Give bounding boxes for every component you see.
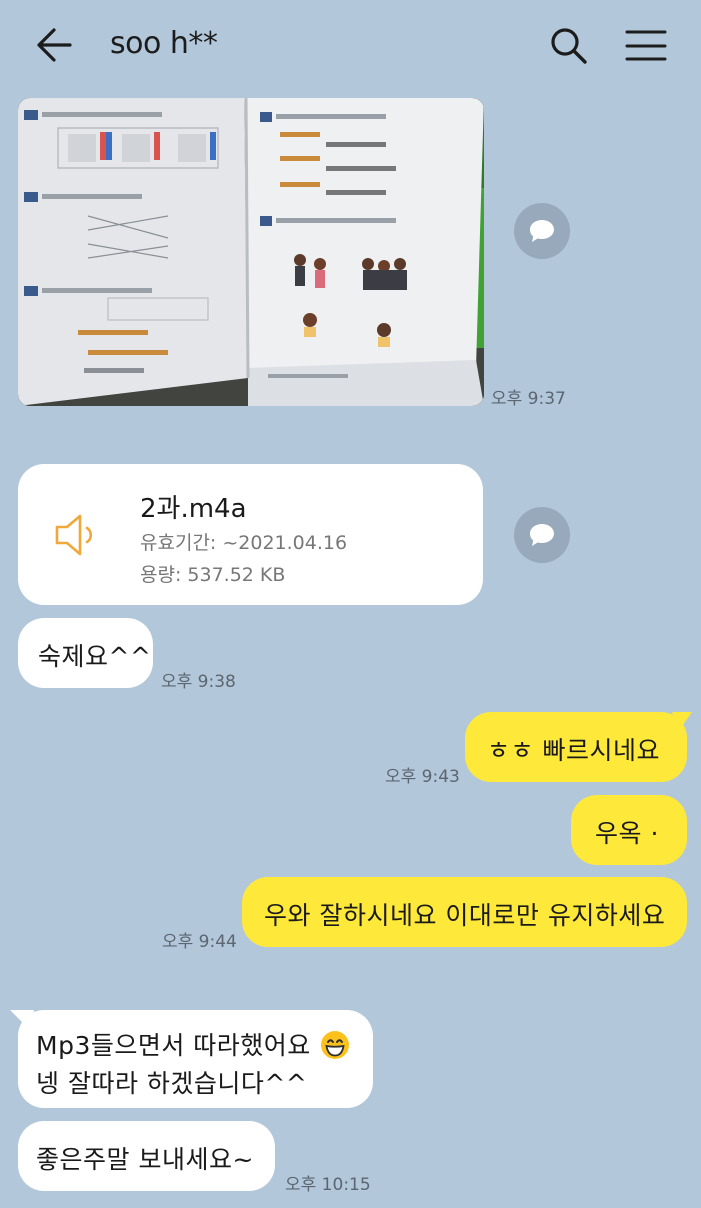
timestamp: 오후 9:44 — [162, 932, 237, 952]
speech-bubble-icon — [530, 220, 554, 242]
timestamp: 오후 10:15 — [285, 1175, 371, 1195]
search-icon — [551, 28, 587, 64]
message-bubble-received[interactable]: 좋은주말 보내세요~ — [18, 1121, 275, 1191]
message-text: ㅎㅎ 빠르시네요 — [487, 736, 660, 765]
message-text: 숙제요^^ — [38, 642, 152, 671]
menu-button[interactable] — [622, 26, 670, 66]
back-button[interactable] — [30, 24, 80, 66]
message-text: 우와 잘하시네요 이대로만 유지하세요 — [264, 901, 666, 930]
message-bubble-received[interactable]: Mp3들으면서 따라했어요 넹 잘따라 하겠습니다^^ — [18, 1010, 373, 1108]
message-bubble-received[interactable]: 숙제요^^ — [18, 618, 153, 688]
message-text: 좋은주말 보내세요~ — [36, 1145, 254, 1174]
bubble-tail — [672, 712, 692, 732]
message-bubble-sent[interactable]: 우옥 · — [571, 795, 687, 865]
chat-title: soo h** — [110, 26, 218, 61]
message-text: 넹 잘따라 하겠습니다^^ — [36, 1069, 308, 1098]
hamburger-menu-icon — [625, 30, 667, 61]
file-expiry: 유효기간: ~2021.04.16 — [140, 532, 348, 554]
grinning-face-emoji-icon — [321, 1031, 350, 1059]
photo-message[interactable] — [18, 98, 484, 406]
arrow-left-icon — [37, 28, 72, 62]
message-bubble-sent[interactable]: 우와 잘하시네요 이대로만 유지하세요 — [242, 877, 687, 947]
share-button-photo[interactable] — [514, 203, 570, 259]
message-bubble-sent[interactable]: ㅎㅎ 빠르시네요 — [465, 712, 687, 782]
timestamp: 오후 9:38 — [161, 672, 236, 692]
chat-header: soo h** — [0, 0, 701, 92]
search-button[interactable] — [546, 24, 592, 68]
share-button-file[interactable] — [514, 507, 570, 563]
audio-file-message[interactable]: 2과.m4a 유효기간: ~2021.04.16 용량: 537.52 KB — [18, 464, 483, 605]
file-name: 2과.m4a — [140, 494, 247, 524]
file-size: 용량: 537.52 KB — [140, 564, 286, 586]
message-text: 우옥 · — [595, 819, 659, 848]
speech-bubble-icon — [530, 524, 554, 546]
message-line-1: Mp3들으면서 따라했어요 — [36, 1026, 350, 1062]
speaker-icon — [55, 514, 93, 556]
timestamp: 오후 9:43 — [385, 767, 460, 787]
timestamp: 오후 9:37 — [491, 389, 566, 409]
message-text: Mp3들으면서 따라했어요 — [36, 1031, 311, 1060]
workbook-photo — [18, 98, 484, 406]
